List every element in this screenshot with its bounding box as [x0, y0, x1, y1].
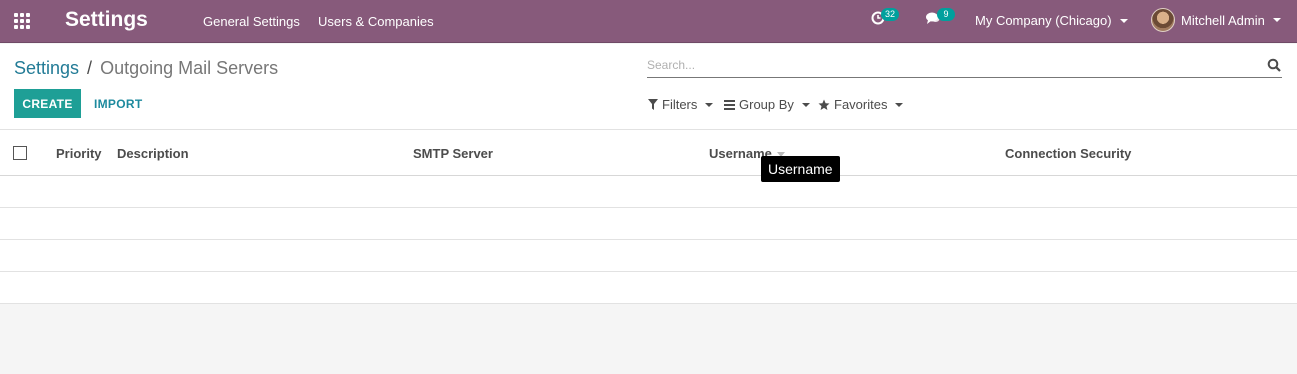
list-icon: [724, 99, 735, 110]
filter-icon: [648, 99, 658, 110]
table-row: [0, 176, 1297, 208]
search-icon[interactable]: [1267, 58, 1281, 72]
star-icon: [818, 99, 830, 110]
page-title: Outgoing Mail Servers: [100, 58, 279, 78]
chevron-down-icon: [705, 102, 714, 107]
column-header-smtp-server[interactable]: SMTP Server: [413, 146, 493, 161]
chevron-down-icon: [1272, 18, 1281, 22]
breadcrumb: Settings / Outgoing Mail Servers: [14, 58, 278, 79]
table-row: [0, 240, 1297, 272]
search-input[interactable]: [647, 54, 1247, 76]
column-header-priority[interactable]: Priority: [56, 146, 102, 161]
select-all-checkbox[interactable]: [13, 146, 27, 160]
chevron-down-icon: [895, 102, 904, 107]
table-row: [0, 208, 1297, 240]
activities-button[interactable]: 32: [871, 7, 900, 25]
company-switcher[interactable]: My Company (Chicago): [975, 13, 1128, 28]
messages-badge: 9: [937, 7, 955, 21]
column-tooltip: Username: [761, 156, 840, 182]
favorites-dropdown[interactable]: Favorites: [818, 97, 904, 112]
breadcrumb-separator: /: [87, 58, 93, 78]
column-header-connection-security[interactable]: Connection Security: [1005, 146, 1131, 161]
groupby-label: Group By: [739, 97, 794, 112]
messages-button[interactable]: 9: [925, 7, 955, 25]
avatar: [1151, 8, 1175, 32]
user-name: Mitchell Admin: [1181, 12, 1265, 28]
filters-label: Filters: [662, 97, 698, 112]
column-header-description[interactable]: Description: [117, 146, 189, 161]
chevron-down-icon: [1119, 18, 1128, 23]
create-button[interactable]: CREATE: [14, 89, 81, 118]
app-title[interactable]: Settings: [65, 8, 148, 32]
top-navbar: Settings General Settings Users & Compan…: [0, 0, 1297, 43]
chevron-down-icon: [801, 102, 810, 107]
activities-badge: 32: [881, 7, 900, 21]
groupby-dropdown[interactable]: Group By: [724, 97, 810, 112]
table-row: [0, 272, 1297, 304]
import-button[interactable]: IMPORT: [94, 97, 142, 111]
filters-dropdown[interactable]: Filters: [648, 97, 714, 112]
apps-menu-icon[interactable]: [14, 13, 31, 30]
breadcrumb-settings-link[interactable]: Settings: [14, 58, 79, 79]
favorites-label: Favorites: [834, 97, 888, 112]
menu-users-companies[interactable]: Users & Companies: [318, 14, 434, 29]
table-header: Priority Description SMTP Server Usernam…: [0, 130, 1297, 176]
control-panel: Settings / Outgoing Mail Servers CREATE …: [0, 44, 1297, 130]
user-menu[interactable]: Mitchell Admin: [1151, 8, 1281, 32]
search-bar: [647, 54, 1282, 78]
menu-general-settings[interactable]: General Settings: [203, 14, 300, 29]
list-view: Priority Description SMTP Server Usernam…: [0, 130, 1297, 304]
company-name: My Company (Chicago): [975, 13, 1112, 28]
